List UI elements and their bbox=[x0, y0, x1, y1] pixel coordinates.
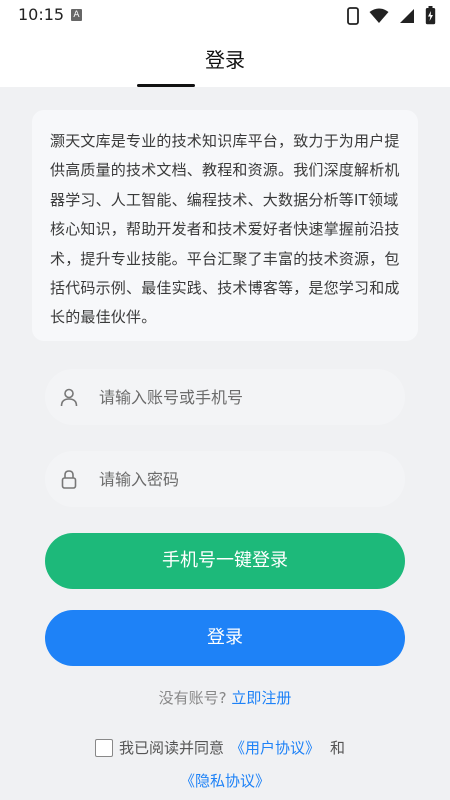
register-row: 没有账号? 立即注册 bbox=[0, 687, 450, 708]
status-icons bbox=[347, 6, 436, 25]
signal-icon bbox=[400, 8, 414, 23]
agreement-and: 和 bbox=[330, 739, 346, 757]
wifi-icon bbox=[369, 8, 389, 23]
account-input[interactable] bbox=[99, 369, 389, 425]
sim-icon bbox=[347, 6, 359, 25]
register-prompt: 没有账号? bbox=[158, 689, 227, 707]
intro-text: 灏天文库是专业的技术知识库平台，致力于为用户提供高质量的技术文档、教程和资源。我… bbox=[50, 132, 400, 327]
status-bar: 10:15 A bbox=[0, 0, 450, 30]
user-agreement-link[interactable]: 《用户协议》 bbox=[230, 737, 320, 758]
agreement-checkbox[interactable] bbox=[95, 738, 113, 757]
login-button[interactable]: 登录 bbox=[45, 610, 405, 666]
app-header: 登录 bbox=[0, 30, 450, 87]
agreement-prefix: 我已阅读并同意 bbox=[119, 739, 225, 757]
phone-login-button[interactable]: 手机号一键登录 bbox=[45, 533, 405, 589]
status-time: 10:15 bbox=[18, 5, 65, 24]
user-icon bbox=[60, 388, 78, 407]
header-indicator bbox=[137, 84, 195, 87]
lock-icon bbox=[61, 470, 77, 489]
agreement-row: 我已阅读并同意 《用户协议》 和 bbox=[95, 737, 345, 758]
battery-icon bbox=[425, 6, 436, 25]
privacy-policy-link[interactable]: 《隐私协议》 bbox=[180, 772, 270, 790]
password-field[interactable] bbox=[45, 451, 405, 507]
a-icon: A bbox=[71, 9, 82, 21]
account-field[interactable] bbox=[45, 369, 405, 425]
page-title: 登录 bbox=[205, 48, 245, 72]
password-input[interactable] bbox=[99, 451, 389, 507]
intro-card: 灏天文库是专业的技术知识库平台，致力于为用户提供高质量的技术文档、教程和资源。我… bbox=[32, 110, 418, 341]
register-link[interactable]: 立即注册 bbox=[231, 689, 291, 707]
